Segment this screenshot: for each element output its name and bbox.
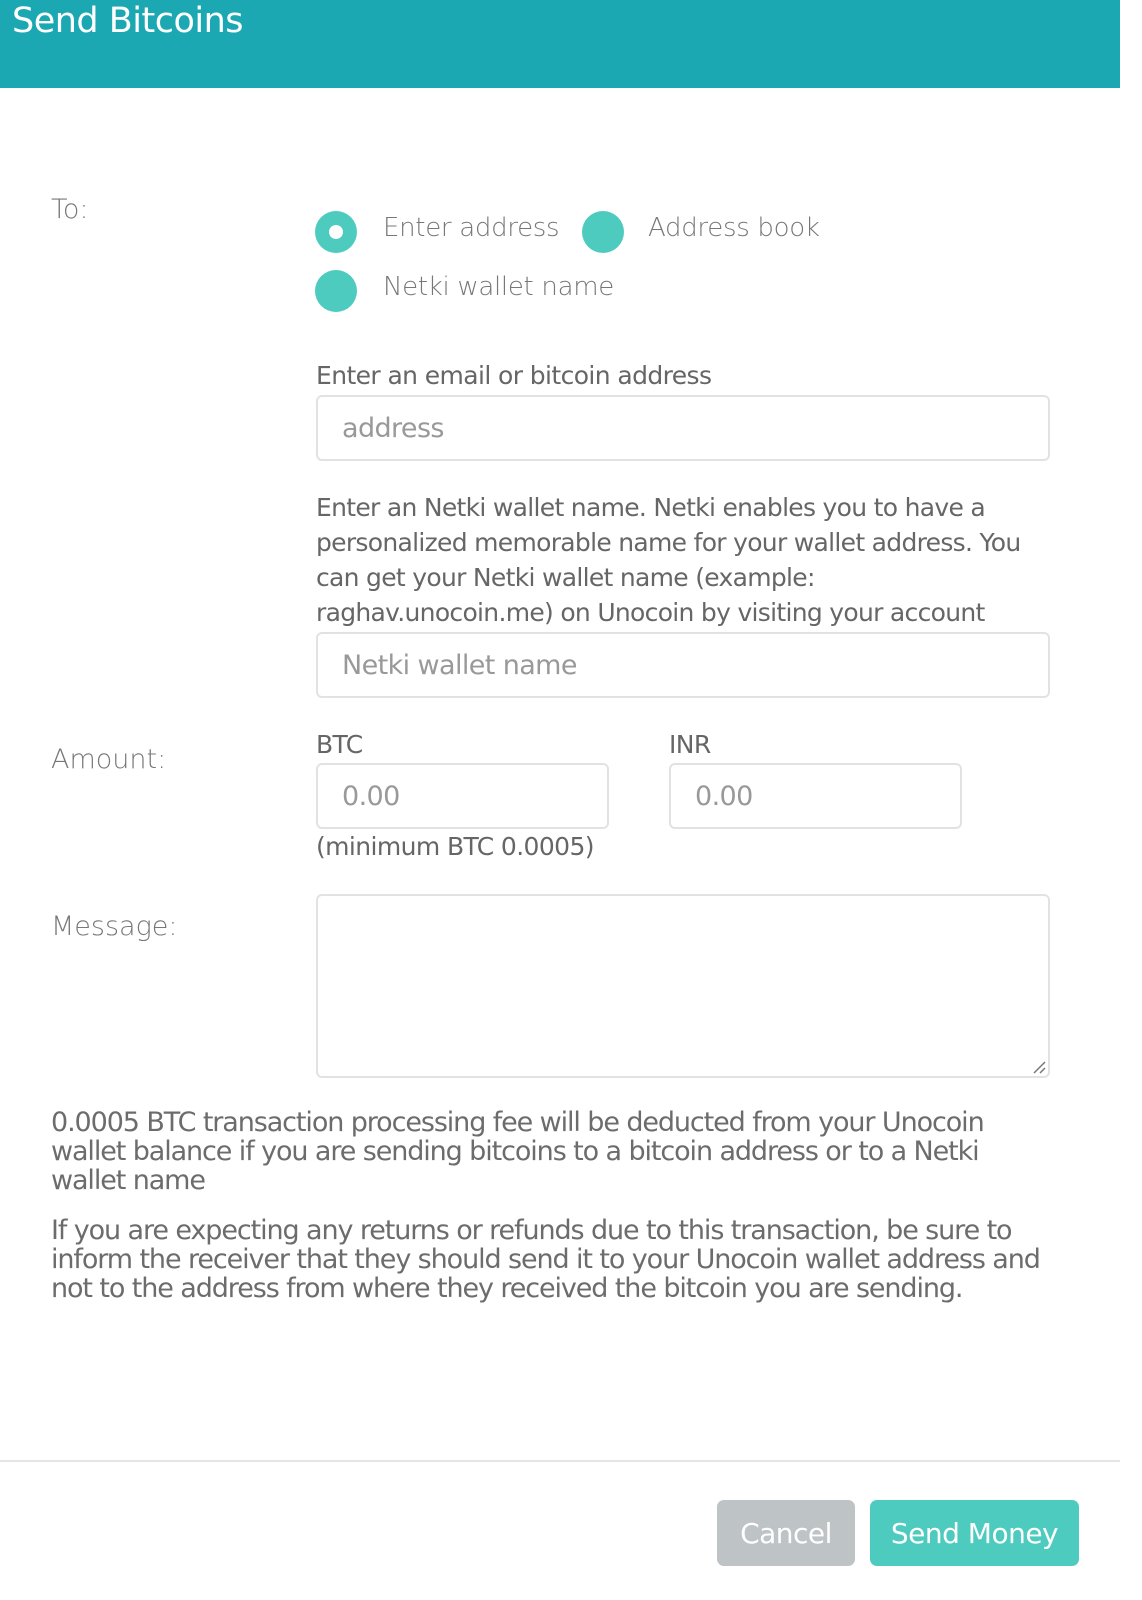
footer-divider: [0, 1460, 1120, 1462]
dialog-title: Send Bitcoins: [12, 1, 244, 41]
message-textarea[interactable]: [316, 894, 1050, 1078]
radio-address-book-label[interactable]: Address book: [648, 213, 820, 243]
radio-enter-address[interactable]: [315, 211, 357, 253]
minimum-btc-note: (minimum BTC 0.0005): [316, 832, 595, 861]
send-money-button[interactable]: Send Money: [870, 1500, 1079, 1566]
btc-label: BTC: [316, 730, 363, 759]
resize-grip-icon[interactable]: [1032, 1060, 1046, 1074]
to-label: To:: [51, 194, 89, 225]
message-label: Message:: [51, 911, 178, 942]
inr-amount-input[interactable]: [669, 763, 962, 829]
refund-note: If you are expecting any returns or refu…: [51, 1215, 1041, 1304]
btc-amount-input[interactable]: [316, 763, 609, 829]
netki-wallet-name-input[interactable]: [316, 632, 1050, 698]
address-input[interactable]: [316, 395, 1050, 461]
inr-label: INR: [669, 730, 711, 759]
radio-netki-wallet-name[interactable]: [315, 270, 357, 312]
cancel-button[interactable]: Cancel: [717, 1500, 855, 1566]
address-field-label: Enter an email or bitcoin address: [316, 361, 712, 390]
radio-netki-wallet-name-label[interactable]: Netki wallet name: [383, 272, 614, 302]
radio-address-book[interactable]: [582, 211, 624, 253]
fee-note: 0.0005 BTC transaction processing fee wi…: [51, 1107, 985, 1196]
radio-enter-address-label[interactable]: Enter address: [383, 213, 560, 243]
dialog-header: Send Bitcoins: [0, 0, 1120, 88]
amount-label: Amount:: [51, 744, 167, 775]
